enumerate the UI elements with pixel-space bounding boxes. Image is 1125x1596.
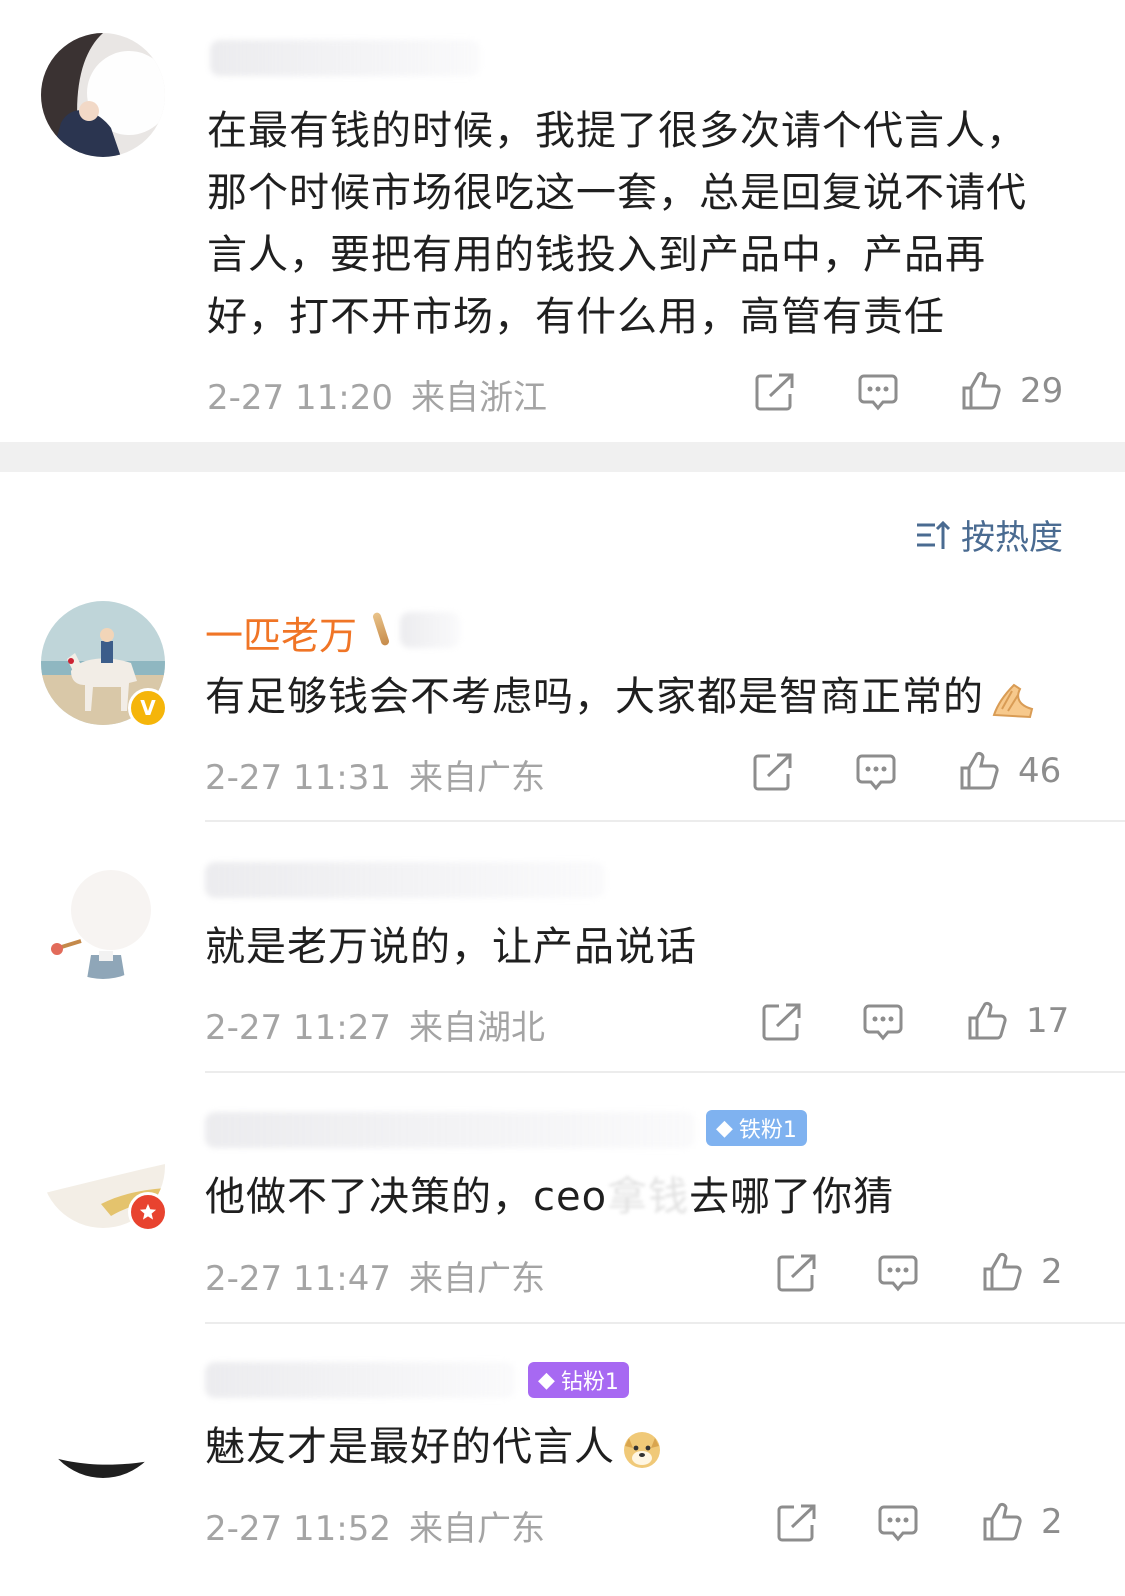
comment-avatar[interactable] [41, 1354, 165, 1478]
share-button[interactable] [754, 372, 796, 412]
comment-time: 2-27 11:27 [205, 1008, 391, 1048]
post-time: 2-27 11:20 [207, 378, 393, 418]
like-icon [983, 1502, 1022, 1541]
comment-text-content: 有足够钱会不考虑吗，大家都是智商正常的 [205, 674, 984, 720]
share-button[interactable] [761, 1002, 803, 1042]
like-icon [962, 371, 1001, 410]
verified-badge: V [128, 688, 168, 728]
like-count: 2 [1041, 1252, 1063, 1292]
like-icon [960, 751, 999, 790]
comment-icon [863, 1004, 903, 1041]
diamond-icon: ◆ [716, 1115, 733, 1141]
sort-icon [917, 520, 951, 549]
comment-icon [878, 1505, 918, 1542]
comment-location: 来自湖北 [408, 1008, 545, 1048]
comment-divider [205, 1071, 1125, 1073]
comment-divider [205, 820, 1125, 822]
post-content: 在最有钱的时候，我提了很多次请个代言人， 那个时候市场很吃这一套，总是回复说不请… [207, 100, 1087, 348]
like-icon [968, 1001, 1007, 1040]
sort-label: 按热度 [961, 518, 1063, 558]
comment-button[interactable] [855, 752, 897, 792]
comment-meta: 2-27 11:47 来自广东 [205, 1251, 545, 1300]
iron-fan-badge: ◆ 铁粉1 [706, 1110, 807, 1146]
share-icon [755, 373, 794, 411]
star-icon [139, 1203, 157, 1220]
sort-by-hot-button[interactable]: 按热度 [915, 510, 1063, 559]
comment-text: 有足够钱会不考虑吗，大家都是智商正常的 [205, 666, 1036, 728]
comment-username[interactable]: 一匹老万 [205, 605, 357, 660]
post-line: 那个时候市场很吃这一套，总是回复说不请代 [207, 170, 1027, 216]
praying-hands-emoji-icon [992, 683, 1034, 719]
like-count: 2 [1041, 1502, 1063, 1542]
like-count: 17 [1026, 1001, 1070, 1041]
comment-text-content: 魅友才是最好的代言人 [205, 1424, 615, 1470]
like-button[interactable]: 2 [981, 1251, 1063, 1293]
comment-time: 2-27 11:52 [205, 1509, 391, 1549]
like-button[interactable]: 2 [981, 1501, 1063, 1543]
share-button[interactable] [776, 1253, 818, 1293]
like-icon [983, 1252, 1022, 1291]
comment-username[interactable] [205, 862, 605, 898]
comment-meta: 2-27 11:52 来自广东 [205, 1501, 545, 1550]
like-button[interactable]: 29 [960, 370, 1063, 412]
share-icon [777, 1504, 816, 1542]
comment-time: 2-27 11:47 [205, 1259, 391, 1299]
share-button[interactable] [776, 1503, 818, 1543]
comment-location: 来自广东 [408, 1259, 545, 1299]
comment-username[interactable] [205, 1362, 515, 1398]
username-suffix-blurred [400, 612, 460, 648]
red-star-badge [128, 1192, 168, 1232]
comment-button[interactable] [857, 372, 899, 412]
comment-avatar[interactable] [41, 855, 165, 979]
post-author-name[interactable] [210, 40, 480, 76]
post-location: 来自浙江 [410, 378, 547, 418]
comment-icon [856, 754, 896, 791]
comment-time: 2-27 11:31 [205, 758, 391, 798]
comment-text-faded: 拿钱 [607, 1174, 690, 1220]
diamond-icon: ◆ [538, 1367, 555, 1393]
share-icon [753, 753, 792, 791]
comment-icon [878, 1255, 918, 1292]
comment-button[interactable] [862, 1002, 904, 1042]
comment-text: 魅友才是最好的代言人 [205, 1416, 663, 1478]
comment-meta: 2-27 11:31 来自广东 [205, 750, 545, 799]
like-button[interactable]: 17 [966, 1000, 1069, 1042]
like-count: 29 [1020, 371, 1064, 411]
comment-icon [858, 374, 898, 411]
comment-divider [205, 1322, 1125, 1324]
main-post: 在最有钱的时候，我提了很多次请个代言人， 那个时候市场很吃这一套，总是回复说不请… [0, 0, 1125, 442]
comment-location: 来自广东 [408, 758, 545, 798]
section-gap [0, 442, 1125, 472]
comment-button[interactable] [877, 1253, 919, 1293]
diamond-fan-badge: ◆ 钻粉1 [528, 1362, 629, 1398]
share-icon [762, 1003, 801, 1041]
comment-text: 就是老万说的，让产品说话 [205, 924, 697, 970]
like-button[interactable]: 46 [958, 750, 1061, 792]
username-emoji-icon [371, 611, 391, 647]
comment-text-suffix: 去哪了你猜 [689, 1174, 895, 1220]
comment-meta: 2-27 11:27 来自湖北 [205, 1000, 545, 1049]
comment-text-prefix: 他做不了决策的，ceo [205, 1174, 608, 1220]
comment-text: 他做不了决策的，ceo拿钱去哪了你猜 [205, 1166, 894, 1228]
share-icon [777, 1254, 816, 1292]
comment-username[interactable] [205, 1112, 695, 1148]
fan-badge-label: 铁粉1 [738, 1118, 797, 1143]
post-line: 在最有钱的时候，我提了很多次请个代言人， [207, 108, 1027, 154]
like-count: 46 [1018, 751, 1062, 791]
post-author-avatar[interactable] [41, 33, 165, 157]
post-line: 好，打不开市场，有什么用，高管有责任 [207, 294, 945, 340]
comment-button[interactable] [877, 1503, 919, 1543]
post-meta: 2-27 11:20 来自浙江 [207, 370, 547, 419]
share-button[interactable] [752, 752, 794, 792]
doge-emoji-icon [624, 1432, 660, 1468]
fan-badge-label: 钻粉1 [560, 1370, 619, 1395]
comment-location: 来自广东 [408, 1509, 545, 1549]
post-line: 言人，要把有用的钱投入到产品中，产品再 [207, 232, 986, 278]
